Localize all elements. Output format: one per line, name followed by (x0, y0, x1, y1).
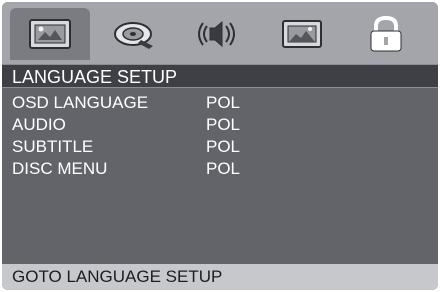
setting-row-osd-language[interactable]: OSD LANGUAGE POL (2, 92, 438, 114)
status-hint-bar: GOTO LANGUAGE SETUP (2, 264, 438, 290)
setting-row-disc-menu[interactable]: DISC MENU POL (2, 158, 438, 180)
dvd-setup-screen: LANGUAGE SETUP OSD LANGUAGE POL AUDIO PO… (2, 2, 438, 290)
tab-video-setup[interactable] (94, 8, 174, 60)
audio-speaker-icon (195, 16, 241, 52)
tab-audio-setup[interactable] (178, 8, 258, 60)
setting-row-subtitle[interactable]: SUBTITLE POL (2, 136, 438, 158)
video-disc-icon (111, 16, 157, 52)
tab-general-setup[interactable] (10, 8, 90, 60)
tab-parental-lock[interactable] (346, 8, 426, 60)
setting-value[interactable]: POL (206, 136, 240, 158)
setting-value[interactable]: POL (206, 158, 240, 180)
setting-row-audio[interactable]: AUDIO POL (2, 114, 438, 136)
general-setup-icon (27, 16, 73, 52)
setup-tab-bar (2, 2, 438, 64)
lock-icon (363, 15, 409, 53)
section-header: LANGUAGE SETUP (2, 64, 438, 88)
picture-setup-icon (279, 16, 325, 52)
language-settings-list: OSD LANGUAGE POL AUDIO POL SUBTITLE POL … (2, 92, 438, 180)
setting-label: AUDIO (12, 115, 66, 134)
setting-value[interactable]: POL (206, 92, 240, 114)
setting-label: OSD LANGUAGE (12, 93, 149, 112)
tab-picture-setup[interactable] (262, 8, 342, 60)
setting-value[interactable]: POL (206, 114, 240, 136)
setting-label: SUBTITLE (12, 137, 94, 156)
setting-label: DISC MENU (12, 159, 108, 178)
